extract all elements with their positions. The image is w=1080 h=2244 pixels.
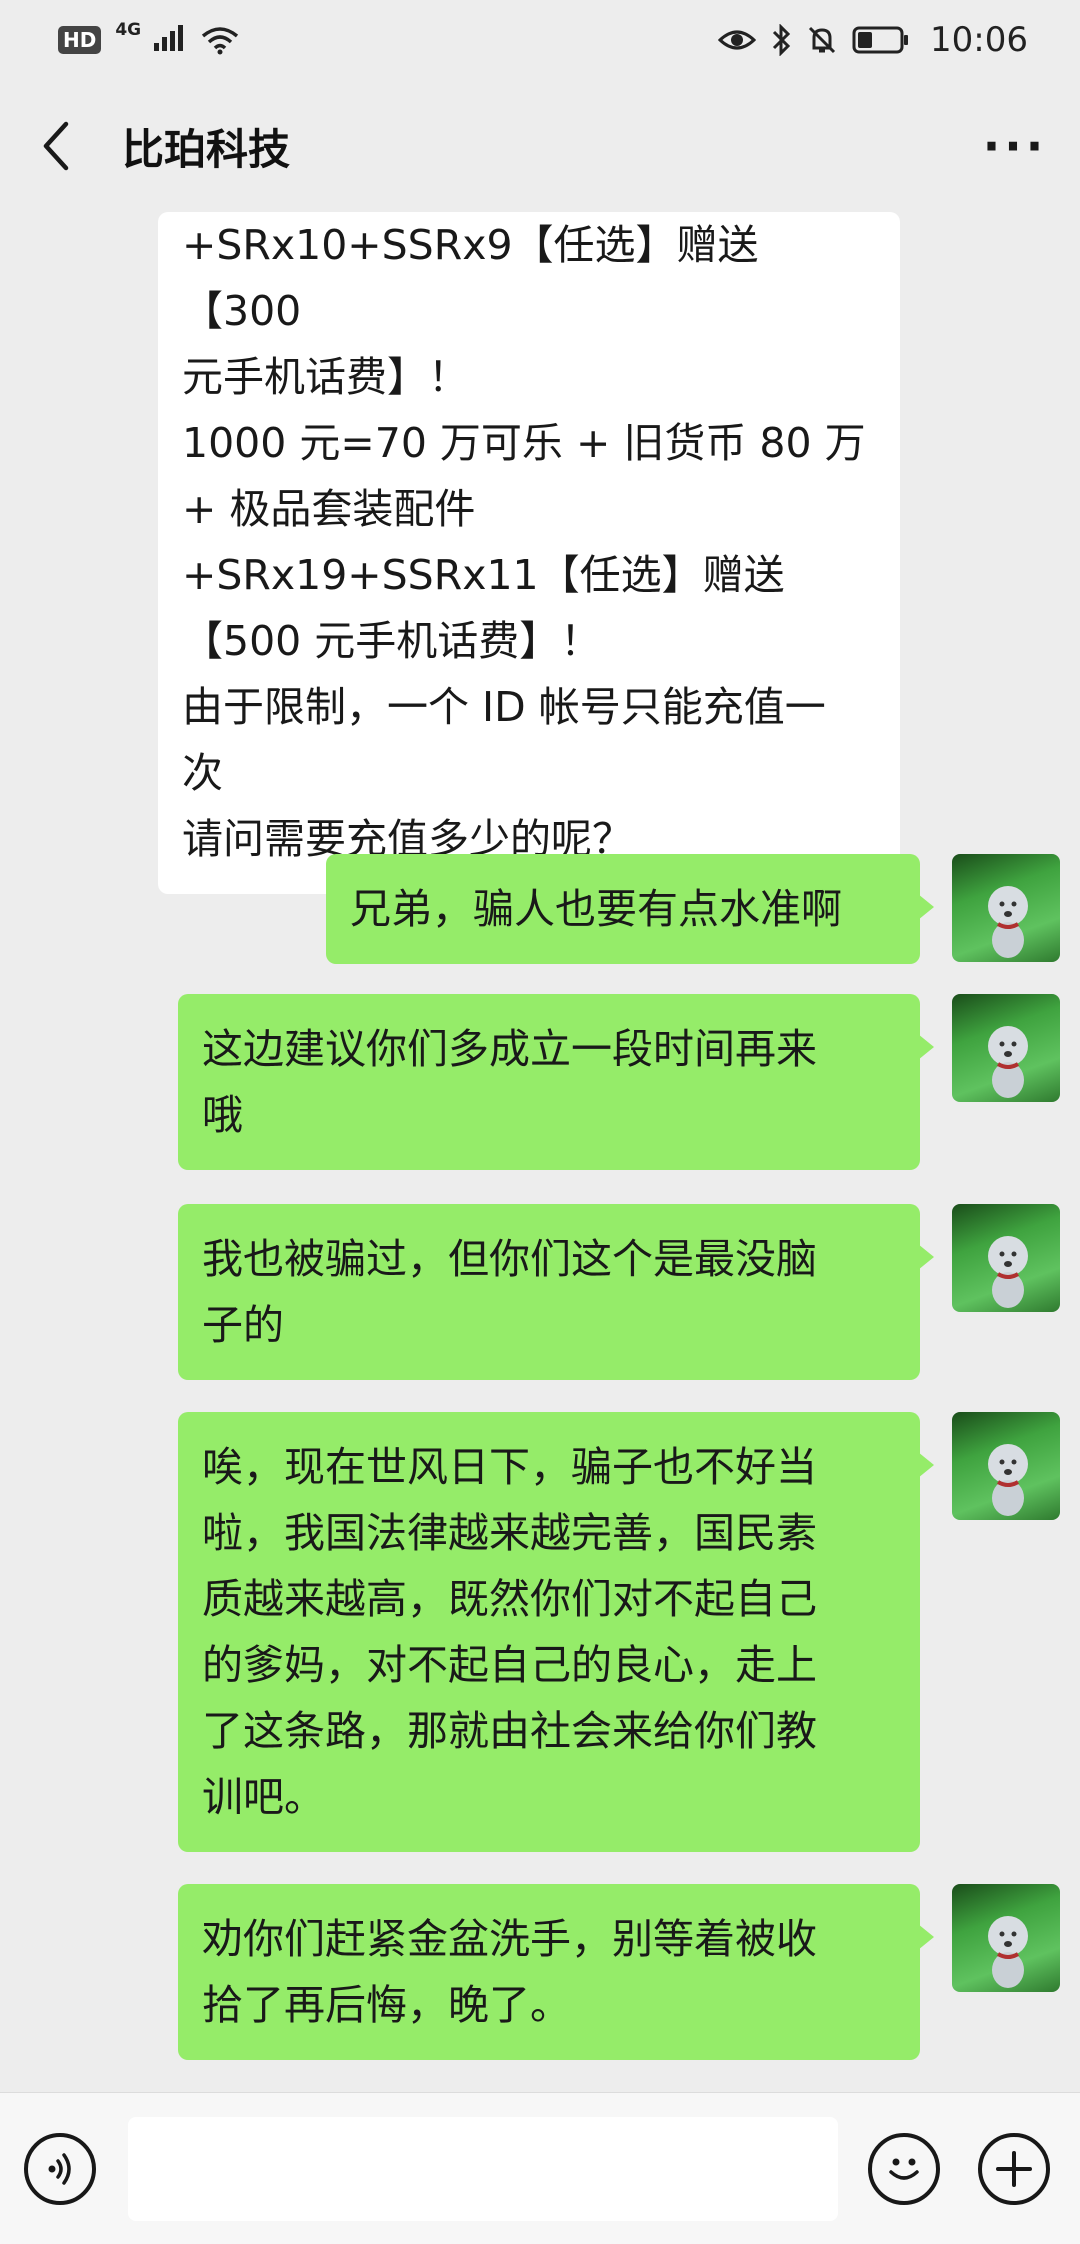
emoji-icon <box>889 2158 919 2180</box>
status-left: HD 4G <box>58 20 240 60</box>
network-type: 4G <box>115 20 142 40</box>
status-right: 10:06 <box>718 20 1028 60</box>
user-avatar-icon <box>988 1916 1028 1988</box>
signal-bars-icon <box>153 25 183 51</box>
user-avatar-icon <box>988 886 1028 958</box>
message-bubble-sent[interactable]: 唉，现在世风日下，骗子也不好当 啦，我国法律越来越完善，国民素 质越来越高，既然… <box>178 1412 934 1852</box>
user-avatar-icon <box>988 1236 1028 1308</box>
chevron-left-icon <box>43 121 69 171</box>
eye-icon <box>718 30 757 50</box>
plus-icon <box>996 2150 1032 2187</box>
input-bar <box>0 2092 1080 2244</box>
avatar[interactable] <box>952 854 1060 962</box>
input-actions <box>868 2132 1050 2205</box>
back-button[interactable] <box>30 116 80 176</box>
chat-screen: HD 4G 10:06 比珀科技 ··· +SRx10+SSRx9【任选】赠送【… <box>0 0 1080 2244</box>
status-bar: HD 4G 10:06 <box>0 0 1080 80</box>
emoji-button[interactable] <box>868 2132 940 2205</box>
bluetooth-icon <box>772 24 791 56</box>
chat-header: 比珀科技 ··· <box>0 80 1080 212</box>
user-avatar-icon <box>988 1026 1028 1098</box>
user-avatar-icon <box>988 1444 1028 1516</box>
message-bubble-sent[interactable]: 这边建议你们多成立一段时间再来 哦 <box>178 994 934 1170</box>
wifi-icon <box>201 27 239 55</box>
hd-badge: HD <box>58 26 102 54</box>
message-bubble-sent[interactable]: 我也被骗过，但你们这个是最没脑 子的 <box>178 1204 934 1380</box>
message-bubble-received[interactable]: +SRx10+SSRx9【任选】赠送【300 元手机话费】！ 1000 元=70… <box>158 212 900 894</box>
message-bubble-sent[interactable]: 兄弟，骗人也要有点水准啊 <box>326 854 934 964</box>
avatar[interactable] <box>952 1412 1060 1520</box>
avatar[interactable] <box>952 1204 1060 1312</box>
mute-bell-icon <box>808 26 836 54</box>
message-bubble-sent[interactable]: 劝你们赶紧金盆洗手，别等着被收 拾了再后悔，晚了。 <box>178 1884 934 2060</box>
more-button[interactable]: ··· <box>980 116 1050 176</box>
avatar[interactable] <box>952 1884 1060 1992</box>
avatar[interactable] <box>952 994 1060 1102</box>
message-input[interactable] <box>128 2116 838 2221</box>
voice-button[interactable] <box>24 2132 96 2205</box>
message-list[interactable]: +SRx10+SSRx9【任选】赠送【300 元手机话费】！ 1000 元=70… <box>0 212 1080 2092</box>
add-button[interactable] <box>978 2132 1050 2205</box>
clock: 10:06 <box>930 20 1028 60</box>
voice-icon <box>48 2152 71 2185</box>
chat-title: 比珀科技 <box>122 124 291 174</box>
signal-icon: 4G <box>115 20 186 60</box>
battery-icon <box>852 26 909 54</box>
